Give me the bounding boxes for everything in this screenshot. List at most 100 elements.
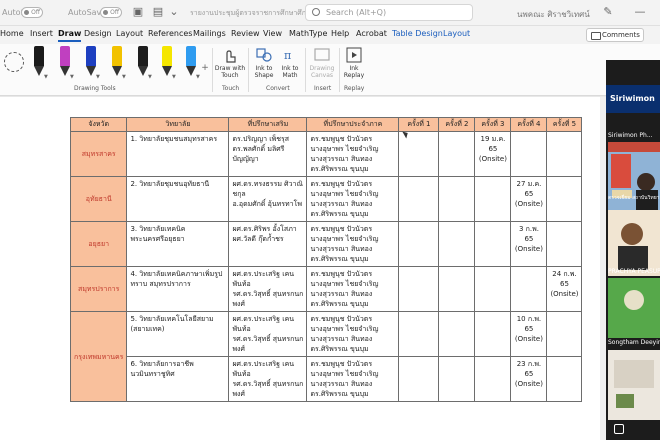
tab-review[interactable]: Review — [231, 29, 260, 38]
cell-regional[interactable]: ดร.ชมพูนุช ปัวนัวตร นางอุษาพร ไชยจำเริญ นา… — [306, 311, 400, 357]
pen-dark[interactable]: ▼ — [136, 46, 152, 80]
tab-layout[interactable]: Layout — [116, 29, 143, 38]
cell-province[interactable]: กรุงเทพมหานคร — [69, 311, 128, 402]
lasso-select-icon[interactable] — [4, 52, 24, 72]
participant-video-1[interactable]: ตรวจเยี่ยม สถาบันวิทยาลัยชุมชน — [608, 142, 660, 210]
cell-round-3[interactable] — [474, 221, 512, 267]
cell-round-4[interactable]: 23 ก.พ. 65 (Onsite) — [510, 356, 548, 402]
pen-purple[interactable]: ▼ — [58, 46, 74, 80]
cell-advisor[interactable]: ผศ.ดร.ศิริพร อั้งโสภา ผศ.วัลดี กุ๊ดก้ำชร — [228, 221, 308, 267]
cell-round-1[interactable] — [398, 131, 440, 177]
pen-icon[interactable]: ✎ — [602, 6, 614, 18]
cell-advisor[interactable]: ผศ.ดร.ประเสริฐ เคนพันท้อ รศ.ดร.วิสุทธิ์ ส… — [228, 266, 308, 312]
tab-design[interactable]: Design — [84, 29, 112, 38]
participant-video-4[interactable] — [608, 350, 660, 420]
tab-help[interactable]: Help — [331, 29, 349, 38]
pen-blue[interactable]: ▼ — [84, 46, 100, 80]
cell-round-4[interactable] — [510, 131, 548, 177]
cell-advisor[interactable]: ผศ.ดร.ทรงธรรม ศิวาณิชกุล อ.อุดมศักดิ์ อุ้… — [228, 176, 308, 222]
comments-button[interactable]: Comments — [586, 28, 644, 42]
cell-round-3[interactable] — [474, 311, 512, 357]
tab-table-design[interactable]: Table Design — [392, 29, 443, 38]
cell-province[interactable]: สมุทรปราการ — [69, 266, 128, 312]
ink-replay-button[interactable]: Ink Replay — [341, 47, 367, 79]
tab-acrobat[interactable]: Acrobat — [356, 29, 387, 38]
cell-round-5[interactable] — [546, 356, 583, 402]
clipboard-icon[interactable]: ▤ — [152, 6, 164, 18]
cell-college[interactable]: 5. วิทยาลัยเทคโนโลยีสยาม (สยามเทค) — [126, 311, 230, 357]
cell-college[interactable]: 1. วิทยาลัยชุมชนสมุทรสาคร — [126, 131, 230, 177]
tab-mathtype[interactable]: MathType — [289, 29, 327, 38]
autosave-toggle[interactable]: Off — [21, 7, 43, 18]
ink-to-shape-button[interactable]: Ink to Shape — [252, 47, 276, 79]
cell-round-5[interactable] — [546, 131, 583, 177]
cell-college[interactable]: 2. วิทยาลัยชุมชนอุทัยธานี — [126, 176, 230, 222]
cell-round-2[interactable] — [438, 311, 476, 357]
regional-name: นางสุวรรณา สินทอง — [310, 155, 373, 163]
cell-province[interactable]: อุทัยธานี — [69, 176, 128, 222]
cell-round-3[interactable] — [474, 266, 512, 312]
cell-round-2[interactable] — [438, 221, 476, 267]
cell-round-4[interactable] — [510, 266, 548, 312]
cell-round-4[interactable]: 3 ก.พ. 65 (Onsite) — [510, 221, 548, 267]
cell-round-3[interactable] — [474, 176, 512, 222]
cell-advisor[interactable]: ผศ.ดร.ประเสริฐ เคนพันท้อ รศ.ดร.วิสุทธิ์ ส… — [228, 356, 308, 402]
cell-college[interactable]: 3. วิทยาลัยเทคนิคพระนครศรีอยุธยา — [126, 221, 230, 267]
cell-regional[interactable]: ดร.ชมพูนุช ปัวนัวตร นางอุษาพร ไชยจำเริญ นา… — [306, 221, 400, 267]
separator — [339, 48, 340, 92]
cell-regional[interactable]: ดร.ชมพูนุช ปัวนัวตร นางอุษาพร ไชยจำเริญ นา… — [306, 131, 400, 177]
cell-round-4[interactable]: 10 ก.พ. 65 (Onsite) — [510, 311, 548, 357]
cell-round-1[interactable] — [398, 356, 440, 402]
cell-round-1[interactable] — [398, 176, 440, 222]
tab-table-layout[interactable]: Layout — [443, 29, 470, 38]
cell-round-5[interactable] — [546, 176, 583, 222]
tab-mailings[interactable]: Mailings — [193, 29, 226, 38]
save-icon[interactable]: ▣ — [132, 6, 144, 18]
cell-college[interactable]: 6. วิทยาลัยการอาชีพนวมินทราชูทิศ — [126, 356, 230, 402]
cell-regional[interactable]: ดร.ชมพูนุช ปัวนัวตร นางอุษาพร ไชยจำเริญ นา… — [306, 266, 400, 312]
cell-round-1[interactable] — [398, 311, 440, 357]
tab-insert[interactable]: Insert — [30, 29, 53, 38]
cell-round-5[interactable] — [546, 221, 583, 267]
cell-regional[interactable]: ดร.ชมพูนุช ปัวนัวตร นางอุษาพร ไชยจำเริญ นา… — [306, 176, 400, 222]
participant-video-3[interactable] — [608, 278, 660, 338]
cell-round-4[interactable]: 27 ม.ค. 65 (Onsite) — [510, 176, 548, 222]
cell-college[interactable]: 4. วิทยาลัยเทคนิคภาษาเพิ่มรูปทราบ สมุทรป… — [126, 266, 230, 312]
cell-round-1[interactable] — [398, 221, 440, 267]
ink-to-math-button[interactable]: π Ink to Math — [278, 47, 302, 79]
cell-round-2[interactable] — [438, 356, 476, 402]
pen-yellow[interactable]: ▼ — [110, 46, 126, 80]
highlighter-yellow[interactable]: ▼ — [160, 46, 176, 80]
pen-light-blue[interactable]: ▼ — [184, 46, 200, 80]
tab-references[interactable]: References — [148, 29, 192, 38]
tab-view[interactable]: View — [263, 29, 282, 38]
cell-round-3[interactable] — [474, 356, 512, 402]
cell-round-2[interactable] — [438, 266, 476, 312]
cell-round-2[interactable] — [438, 131, 476, 177]
search-input[interactable]: Search (Alt+Q) — [305, 4, 473, 21]
participant-video-2[interactable] — [608, 210, 660, 276]
cell-province[interactable]: สมุทรสาคร — [69, 131, 128, 177]
cell-round-1[interactable] — [398, 266, 440, 312]
cell-round-3[interactable]: 19 ม.ค. 65 (Onsite) — [474, 131, 512, 177]
header-round-4: ครั้งที่ 4 — [510, 117, 548, 132]
cell-regional[interactable]: ดร.ชมพูนุช ปัวนัวตร นางอุษาพร ไชยจำเริญ นา… — [306, 356, 400, 402]
cell-advisor[interactable]: ดร.ปริญญา เพ็ชรุส ดร.พลศักดิ์ มลิศรีบัญญั… — [228, 131, 308, 177]
autosave-toggle-2[interactable]: Off — [100, 7, 122, 18]
cell-round-5[interactable] — [546, 311, 583, 357]
cell-province[interactable]: อยุธยา — [69, 221, 128, 267]
pen-black[interactable]: ▼ — [32, 46, 48, 80]
cell-round-2[interactable] — [438, 176, 476, 222]
drawing-canvas-button[interactable]: Drawing Canvas — [307, 47, 337, 79]
minimize-icon[interactable]: — — [634, 6, 646, 18]
checkbox-icon[interactable] — [614, 424, 624, 434]
tab-draw[interactable]: Draw — [58, 29, 82, 42]
chevron-down-icon[interactable]: ⌄ — [168, 6, 180, 18]
cell-round-5[interactable]: 24 ก.พ. 65 (Onsite) — [546, 266, 583, 312]
user-name[interactable]: นพคณะ ศิราชวิเทศน์ — [517, 8, 590, 21]
add-pen-icon[interactable]: + — [199, 62, 211, 74]
regional-name: นางอุษาพร ไชยจำเริญ — [310, 235, 379, 243]
draw-with-touch-button[interactable]: Draw with Touch — [214, 47, 246, 79]
tab-home[interactable]: Home — [0, 29, 24, 38]
cell-advisor[interactable]: ผศ.ดร.ประเสริฐ เคนพันท้อ รศ.ดร.วิสุทธิ์ ส… — [228, 311, 308, 357]
